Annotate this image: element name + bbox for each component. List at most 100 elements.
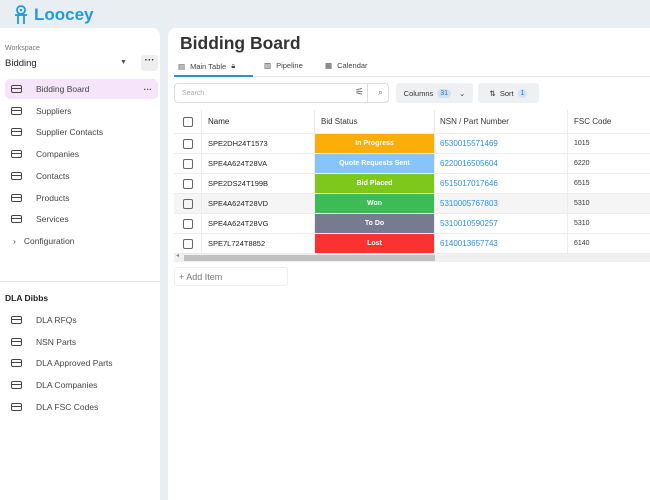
nsn-link[interactable]: 5310010590257 [435,214,568,233]
row-checkbox[interactable] [182,158,193,169]
tab-label: Main Table [190,61,227,71]
header-name[interactable]: Name [202,110,315,133]
table-icon [11,171,22,180]
table-row[interactable]: SPE4A624T28VA Quote Requests Sent 62200165… [174,154,650,174]
table-row[interactable]: SPE4A624T28VD Won 5310005767803 5310 [174,194,650,214]
header-fsc[interactable]: FSC Code [568,110,650,133]
caret-down-icon[interactable]: ▼ [120,59,127,66]
status-badge[interactable]: Bid Placed [315,174,435,193]
table-icon [11,316,22,324]
row-checkbox[interactable] [182,138,193,149]
status-badge[interactable]: Won [315,194,435,213]
select-all-checkbox[interactable] [182,116,193,127]
header-nsn[interactable]: NSN / Part Number [435,110,568,133]
sidebar-item[interactable]: NSN Parts [5,332,158,352]
sidebar-item[interactable]: Products [5,188,158,208]
row-checkbox[interactable] [182,218,193,229]
workspace-label: Workspace [5,45,40,52]
sidebar-item[interactable]: Services [5,209,158,229]
lock-icon: 🔒︎ [231,61,236,70]
cell-name[interactable]: SPE4A624T28VG [202,214,315,233]
cell-fsc[interactable]: 6220 [568,154,650,173]
sidebar-item[interactable]: DLA Companies [5,375,158,395]
divider [0,281,160,282]
sort-icon: ⇅ [489,88,496,98]
logo[interactable]: Loocey [14,5,94,25]
sidebar-item[interactable]: Suppliers [5,101,158,121]
tab-calendar[interactable]: ▦ Calendar [325,61,368,70]
table-icon [11,150,22,159]
table-row[interactable]: SPE4A624T28VG To Do 5310010590257 5310 [174,214,650,234]
nsn-link[interactable]: 6140013657743 [435,234,568,253]
status-badge[interactable]: To Do [315,214,435,233]
cell-name[interactable]: SPE4A624T28VA [202,154,315,173]
cell-name[interactable]: SPE2DH24T1573 [202,134,315,153]
sidebar-item-configuration[interactable]: › Configuration [5,231,158,251]
sidebar-item-label: DLA Companies [36,380,98,391]
workspace-more-button[interactable]: ··· [141,55,158,71]
tab-pipeline[interactable]: ▥ Pipeline [264,61,303,70]
cell-name[interactable]: SPE7L724T8852 [202,234,315,253]
sidebar-item[interactable]: DLA RFQs [5,310,158,330]
section-heading: DLA Dibbs [5,293,49,303]
status-badge[interactable]: Lost [315,234,435,253]
main-panel: Bidding Board ▤ Main Table 🔒︎ ▥ Pipeline ▦ C… [168,28,650,500]
table-header: Name Bid Status NSN / Part Number FSC Co… [174,110,650,134]
nsn-link[interactable]: 5310005767803 [435,194,568,213]
table-icon [11,215,22,224]
sidebar-item[interactable]: Supplier Contacts [5,122,158,142]
sort-count-badge: 1 [517,88,528,98]
table-row[interactable]: SPE2DH24T1573 In Progress 6530015571469 101… [174,134,650,154]
sidebar-item[interactable]: Bidding Board ··· [5,79,158,99]
logo-icon [15,5,27,24]
tab-main-table[interactable]: ▤ Main Table 🔒︎ [178,61,235,71]
cell-fsc[interactable]: 5310 [568,194,650,213]
nsn-link[interactable]: 6220016505604 [435,154,568,173]
cell-name[interactable]: SPE2DS24T199B [202,174,315,193]
search-input[interactable]: Search ⚟ ⌕ [174,83,389,103]
sidebar-item[interactable]: Companies [5,144,158,164]
sidebar: Workspace Bidding ▼ ··· Bidding Board ···… [0,28,160,500]
table-icon [11,193,22,202]
more-icon[interactable]: ··· [144,84,153,94]
sidebar-item-label: Products [36,192,70,203]
sort-button[interactable]: ⇅ Sort 1 [478,83,539,103]
cell-name[interactable]: SPE4A624T28VD [202,194,315,213]
sidebar-item[interactable]: DLA FSC Codes [5,397,158,417]
sidebar-item[interactable]: DLA Approved Parts [5,353,158,373]
pipeline-icon: ▥ [264,61,272,70]
columns-button[interactable]: Columns 31 ⌄ [396,83,473,103]
sidebar-item[interactable]: Contacts [5,166,158,186]
workspace-select[interactable]: Bidding [5,58,37,69]
table-icon [11,337,22,346]
add-item-button[interactable]: + Add Item [174,267,288,286]
active-tab-indicator [174,75,253,77]
cell-fsc[interactable]: 1015 [568,134,650,153]
cell-fsc[interactable]: 5310 [568,214,650,233]
header-bid-status[interactable]: Bid Status [315,110,435,133]
nsn-link[interactable]: 6530015571469 [435,134,568,153]
horizontal-scrollbar[interactable]: ◂ [174,252,650,262]
cell-fsc[interactable]: 6140 [568,234,650,253]
sidebar-item-label: DLA RFQs [36,315,77,325]
filter-icon[interactable]: ⚟ [355,87,364,98]
row-checkbox[interactable] [182,238,193,249]
scroll-left-icon[interactable]: ◂ [176,252,179,259]
sidebar-item-label: Companies [36,149,79,160]
cell-fsc[interactable]: 6515 [568,174,650,193]
nsn-link[interactable]: 6515017017646 [435,174,568,193]
data-table: Name Bid Status NSN / Part Number FSC Co… [174,110,650,254]
search-icon[interactable]: ⌕ [378,87,383,98]
row-checkbox[interactable] [182,178,193,189]
row-checkbox[interactable] [182,198,193,209]
tab-label: Pipeline [276,61,303,70]
status-badge[interactable]: In Progress [315,134,435,153]
sort-label: Sort [499,88,514,98]
table-icon [11,106,22,115]
sidebar-item-label: Services [36,214,69,225]
table-row[interactable]: SPE7L724T8852 Lost 6140013657743 6140 [174,234,650,254]
scrollbar-thumb[interactable] [184,255,435,261]
table-row[interactable]: SPE2DS24T199B Bid Placed 6515017017646 6515 [174,174,650,194]
sidebar-item-label: Suppliers [36,105,72,116]
status-badge[interactable]: Quote Requests Sent [315,154,435,173]
